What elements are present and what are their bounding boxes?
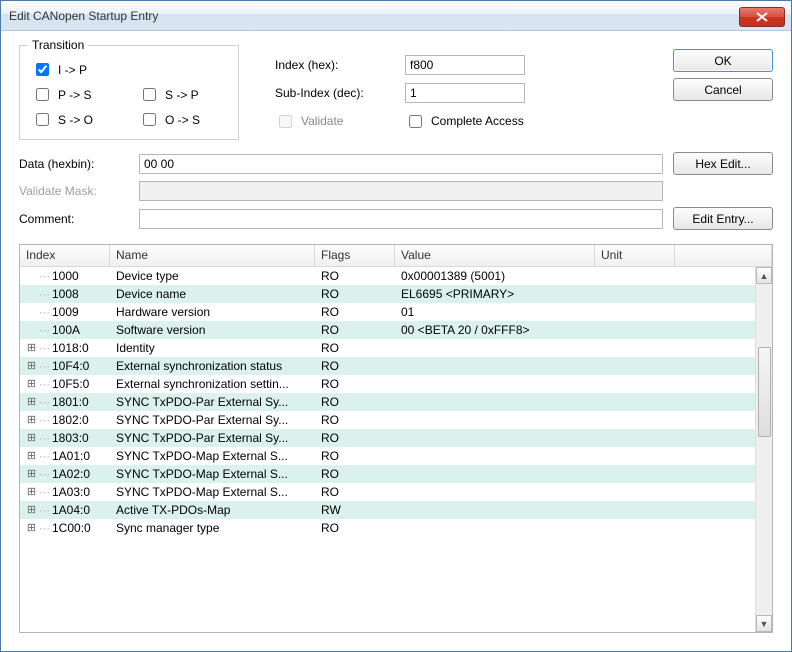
subindex-input[interactable] bbox=[405, 83, 525, 103]
expand-icon[interactable]: ⊞ bbox=[26, 361, 37, 372]
data-label: Data (hexbin): bbox=[19, 157, 129, 171]
expand-icon[interactable]: ⊞ bbox=[26, 451, 37, 462]
table-row[interactable]: ⊞⋯1801:0SYNC TxPDO-Par External Sy...RO bbox=[20, 393, 755, 411]
subindex-label: Sub-Index (dec): bbox=[275, 86, 405, 100]
table-row[interactable]: ⊞⋯1802:0SYNC TxPDO-Par External Sy...RO bbox=[20, 411, 755, 429]
table-header: Index Name Flags Value Unit bbox=[20, 245, 772, 267]
complete-access-checkbox[interactable] bbox=[409, 115, 422, 128]
transition-s-o[interactable]: S -> O bbox=[32, 110, 119, 129]
expand-icon[interactable]: ⊞ bbox=[26, 487, 37, 498]
transition-p-s[interactable]: P -> S bbox=[32, 85, 119, 104]
expand-icon[interactable]: ⊞ bbox=[26, 505, 37, 516]
table-body: ⋯1000Device typeRO0x00001389 (5001)⋯1008… bbox=[20, 267, 755, 632]
expand-icon[interactable]: ⊞ bbox=[26, 379, 37, 390]
cancel-button[interactable]: Cancel bbox=[673, 78, 773, 101]
hex-edit-button[interactable]: Hex Edit... bbox=[673, 152, 773, 175]
table-row[interactable]: ⊞⋯10F4:0External synchronization statusR… bbox=[20, 357, 755, 375]
index-fields: Index (hex): Sub-Index (dec): Validate C… bbox=[251, 45, 661, 140]
top-row: Transition I -> P P -> S S -> P S -> O O… bbox=[19, 45, 773, 140]
scroll-thumb[interactable] bbox=[758, 347, 771, 437]
close-button[interactable] bbox=[739, 7, 785, 27]
checkbox-i-p[interactable] bbox=[36, 63, 49, 76]
comment-input[interactable] bbox=[139, 209, 663, 229]
comment-label: Comment: bbox=[19, 212, 129, 226]
object-table: Index Name Flags Value Unit ⋯1000Device … bbox=[19, 244, 773, 633]
table-row[interactable]: ⊞⋯1A01:0SYNC TxPDO-Map External S...RO bbox=[20, 447, 755, 465]
window-title: Edit CANopen Startup Entry bbox=[9, 9, 739, 23]
index-label: Index (hex): bbox=[275, 58, 405, 72]
table-row[interactable]: ⋯1009Hardware versionRO01 bbox=[20, 303, 755, 321]
col-name[interactable]: Name bbox=[110, 245, 315, 266]
expand-icon[interactable]: ⊞ bbox=[26, 397, 37, 408]
table-row[interactable]: ⊞⋯1A03:0SYNC TxPDO-Map External S...RO bbox=[20, 483, 755, 501]
table-row[interactable]: ⊞⋯1A04:0Active TX-PDOs-MapRW bbox=[20, 501, 755, 519]
checkbox-s-p[interactable] bbox=[143, 88, 156, 101]
ok-button[interactable]: OK bbox=[673, 49, 773, 72]
checkbox-s-o[interactable] bbox=[36, 113, 49, 126]
mask-label: Validate Mask: bbox=[19, 184, 129, 198]
table-row[interactable]: ⋯100ASoftware versionRO00 <BETA 20 / 0xF… bbox=[20, 321, 755, 339]
data-section: Data (hexbin): Hex Edit... Validate Mask… bbox=[19, 152, 773, 230]
table-row[interactable]: ⊞⋯10F5:0External synchronization settin.… bbox=[20, 375, 755, 393]
table-row[interactable]: ⊞⋯1803:0SYNC TxPDO-Par External Sy...RO bbox=[20, 429, 755, 447]
index-input[interactable] bbox=[405, 55, 525, 75]
transition-o-s[interactable]: O -> S bbox=[139, 110, 226, 129]
dialog-window: Edit CANopen Startup Entry Transition I … bbox=[0, 0, 792, 652]
scroll-down-icon[interactable]: ▼ bbox=[756, 615, 772, 632]
complete-access-wrap[interactable]: Complete Access bbox=[405, 112, 535, 131]
mask-input bbox=[139, 181, 663, 201]
table-row[interactable]: ⊞⋯1C00:0Sync manager typeRO bbox=[20, 519, 755, 537]
table-row[interactable]: ⊞⋯1018:0IdentityRO bbox=[20, 339, 755, 357]
validate-checkbox-wrap: Validate bbox=[275, 112, 405, 131]
transition-legend: Transition bbox=[28, 38, 88, 52]
table-row[interactable]: ⊞⋯1A02:0SYNC TxPDO-Map External S...RO bbox=[20, 465, 755, 483]
col-spacer bbox=[675, 245, 772, 266]
close-icon bbox=[756, 12, 768, 22]
scrollbar-vertical[interactable]: ▲ ▼ bbox=[755, 267, 772, 632]
transition-s-p[interactable]: S -> P bbox=[139, 85, 226, 104]
table-row[interactable]: ⋯1008Device nameROEL6695 <PRIMARY> bbox=[20, 285, 755, 303]
expand-icon[interactable]: ⊞ bbox=[26, 523, 37, 534]
validate-checkbox bbox=[279, 115, 292, 128]
expand-icon[interactable]: ⊞ bbox=[26, 469, 37, 480]
col-index[interactable]: Index bbox=[20, 245, 110, 266]
data-input[interactable] bbox=[139, 154, 663, 174]
transition-i-p[interactable]: I -> P bbox=[32, 60, 119, 79]
edit-entry-button[interactable]: Edit Entry... bbox=[673, 207, 773, 230]
col-flags[interactable]: Flags bbox=[315, 245, 395, 266]
col-unit[interactable]: Unit bbox=[595, 245, 675, 266]
expand-icon[interactable]: ⊞ bbox=[26, 433, 37, 444]
transition-fieldset: Transition I -> P P -> S S -> P S -> O O… bbox=[19, 45, 239, 140]
titlebar: Edit CANopen Startup Entry bbox=[1, 1, 791, 31]
table-row[interactable]: ⋯1000Device typeRO0x00001389 (5001) bbox=[20, 267, 755, 285]
expand-icon[interactable]: ⊞ bbox=[26, 415, 37, 426]
col-value[interactable]: Value bbox=[395, 245, 595, 266]
checkbox-p-s[interactable] bbox=[36, 88, 49, 101]
expand-icon[interactable]: ⊞ bbox=[26, 343, 37, 354]
scroll-up-icon[interactable]: ▲ bbox=[756, 267, 772, 284]
checkbox-o-s[interactable] bbox=[143, 113, 156, 126]
dialog-buttons: OK Cancel bbox=[673, 45, 773, 140]
dialog-body: Transition I -> P P -> S S -> P S -> O O… bbox=[1, 31, 791, 651]
